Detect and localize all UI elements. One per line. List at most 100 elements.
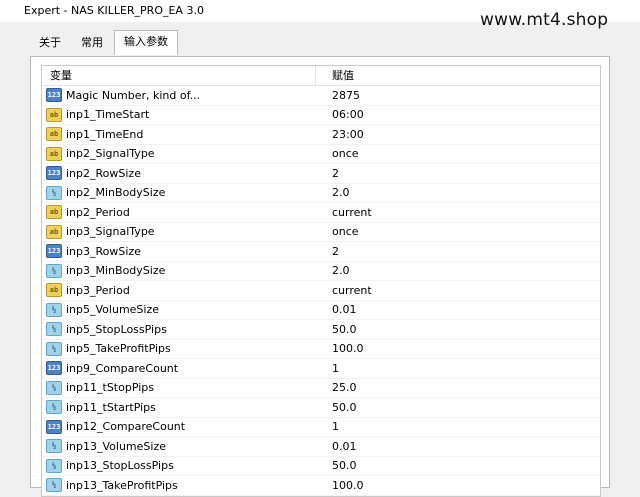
variable-cell: ½ inp13_TakeProfitPips: [42, 478, 316, 493]
table-body: 123 Magic Number, kind of... 2875 ab inp1_Ti…: [42, 86, 600, 496]
variable-value[interactable]: once: [332, 147, 359, 160]
tab-inputs[interactable]: 输入参数: [114, 30, 178, 55]
value-cell[interactable]: once: [316, 147, 359, 160]
variable-name: inp2_MinBodySize: [66, 186, 166, 200]
variable-cell: ½ inp3_MinBodySize: [42, 263, 316, 278]
variable-cell: ½ inp2_MinBodySize: [42, 185, 316, 200]
column-header-value[interactable]: 赋值: [316, 66, 354, 85]
value-cell[interactable]: 25.0: [316, 381, 357, 394]
string-type-icon: ab: [46, 107, 62, 122]
variable-value[interactable]: 2.0: [332, 186, 350, 199]
variable-cell: 123 inp12_CompareCount: [42, 419, 316, 434]
tab-common[interactable]: 常用: [72, 32, 112, 54]
variable-name: inp13_TakeProfitPips: [66, 478, 178, 492]
value-cell[interactable]: 100.0: [316, 342, 364, 355]
table-row[interactable]: 123 inp12_CompareCount 1: [42, 418, 600, 437]
variable-value[interactable]: 0.01: [332, 303, 357, 316]
value-cell[interactable]: current: [316, 206, 372, 219]
variable-value[interactable]: 2: [332, 167, 339, 180]
variable-value[interactable]: current: [332, 206, 372, 219]
variable-value[interactable]: 0.01: [332, 440, 357, 453]
variable-value[interactable]: 100.0: [332, 342, 364, 355]
value-cell[interactable]: 100.0: [316, 479, 364, 492]
variable-name: inp13_VolumeSize: [66, 439, 166, 453]
tab-about[interactable]: 关于: [30, 32, 70, 54]
value-cell[interactable]: 2.0: [316, 186, 350, 199]
integer-type-icon: 123: [46, 361, 62, 376]
value-cell[interactable]: 1: [316, 362, 339, 375]
table-row[interactable]: ½ inp11_tStartPips 50.0: [42, 398, 600, 418]
variable-cell: ½ inp5_TakeProfitPips: [42, 341, 316, 356]
value-cell[interactable]: current: [316, 284, 372, 297]
table-row[interactable]: ½ inp11_tStopPips 25.0: [42, 379, 600, 398]
variable-value[interactable]: 50.0: [332, 401, 357, 414]
variable-name: inp3_SignalType: [66, 225, 155, 239]
table-row[interactable]: ½ inp5_StopLossPips 50.0: [42, 320, 600, 340]
table-row[interactable]: ab inp2_Period current: [42, 203, 600, 223]
value-cell[interactable]: 0.01: [316, 303, 357, 316]
variable-name: inp3_RowSize: [66, 244, 141, 258]
table-row[interactable]: ½ inp5_TakeProfitPips 100.0: [42, 340, 600, 359]
integer-type-icon: 123: [46, 244, 62, 259]
string-type-icon: ab: [46, 283, 62, 298]
variable-value[interactable]: 23:00: [332, 128, 364, 141]
variable-value[interactable]: 06:00: [332, 108, 364, 121]
variable-value[interactable]: current: [332, 284, 372, 297]
variable-name: Magic Number, kind of...: [66, 88, 201, 102]
variable-cell: ab inp2_SignalType: [42, 146, 316, 161]
value-cell[interactable]: 50.0: [316, 323, 357, 336]
variable-cell: ½ inp11_tStartPips: [42, 400, 316, 415]
value-cell[interactable]: 0.01: [316, 440, 357, 453]
value-cell[interactable]: 50.0: [316, 401, 357, 414]
table-row[interactable]: ½ inp3_MinBodySize 2.0: [42, 262, 600, 281]
variable-cell: ½ inp5_StopLossPips: [42, 322, 316, 337]
variable-value[interactable]: 1: [332, 420, 339, 433]
variable-cell: 123 inp2_RowSize: [42, 166, 316, 181]
value-cell[interactable]: 1: [316, 420, 339, 433]
table-row[interactable]: ab inp2_SignalType once: [42, 145, 600, 164]
variable-value[interactable]: 100.0: [332, 479, 364, 492]
integer-type-icon: 123: [46, 419, 62, 434]
variable-value[interactable]: 25.0: [332, 381, 357, 394]
table-row[interactable]: ½ inp2_MinBodySize 2.0: [42, 184, 600, 203]
value-cell[interactable]: 2: [316, 167, 339, 180]
variable-name: inp5_StopLossPips: [66, 322, 167, 336]
double-type-icon: ½: [46, 458, 62, 473]
table-row[interactable]: 123 Magic Number, kind of... 2875: [42, 86, 600, 106]
value-cell[interactable]: 06:00: [316, 108, 364, 121]
table-row[interactable]: ½ inp13_StopLossPips 50.0: [42, 457, 600, 476]
string-type-icon: ab: [46, 146, 62, 161]
double-type-icon: ½: [46, 185, 62, 200]
variable-value[interactable]: 2.0: [332, 264, 350, 277]
value-cell[interactable]: 2875: [316, 89, 360, 102]
table-row[interactable]: ab inp1_TimeStart 06:00: [42, 106, 600, 125]
table-row[interactable]: ½ inp13_VolumeSize 0.01: [42, 437, 600, 457]
double-type-icon: ½: [46, 341, 62, 356]
table-row[interactable]: 123 inp2_RowSize 2: [42, 164, 600, 184]
table-row[interactable]: 123 inp3_RowSize 2: [42, 242, 600, 262]
variable-value[interactable]: 50.0: [332, 323, 357, 336]
variable-value[interactable]: 2875: [332, 89, 360, 102]
table-header: 变量 赋值: [42, 66, 600, 86]
value-cell[interactable]: 2.0: [316, 264, 350, 277]
table-row[interactable]: ab inp3_Period current: [42, 281, 600, 301]
variable-cell: ½ inp13_StopLossPips: [42, 458, 316, 473]
value-cell[interactable]: once: [316, 225, 359, 238]
variable-value[interactable]: once: [332, 225, 359, 238]
string-type-icon: ab: [46, 224, 62, 239]
variable-cell: 123 inp9_CompareCount: [42, 361, 316, 376]
table-row[interactable]: ab inp3_SignalType once: [42, 223, 600, 242]
column-header-variable[interactable]: 变量: [42, 66, 316, 85]
value-cell[interactable]: 50.0: [316, 459, 357, 472]
table-row[interactable]: 123 inp9_CompareCount 1: [42, 359, 600, 379]
variable-value[interactable]: 50.0: [332, 459, 357, 472]
table-row[interactable]: ab inp1_TimeEnd 23:00: [42, 125, 600, 145]
double-type-icon: ½: [46, 302, 62, 317]
variable-value[interactable]: 1: [332, 362, 339, 375]
value-cell[interactable]: 2: [316, 245, 339, 258]
value-cell[interactable]: 23:00: [316, 128, 364, 141]
variable-value[interactable]: 2: [332, 245, 339, 258]
variable-name: inp2_Period: [66, 205, 130, 219]
table-row[interactable]: ½ inp5_VolumeSize 0.01: [42, 301, 600, 320]
table-row[interactable]: ½ inp13_TakeProfitPips 100.0: [42, 476, 600, 496]
